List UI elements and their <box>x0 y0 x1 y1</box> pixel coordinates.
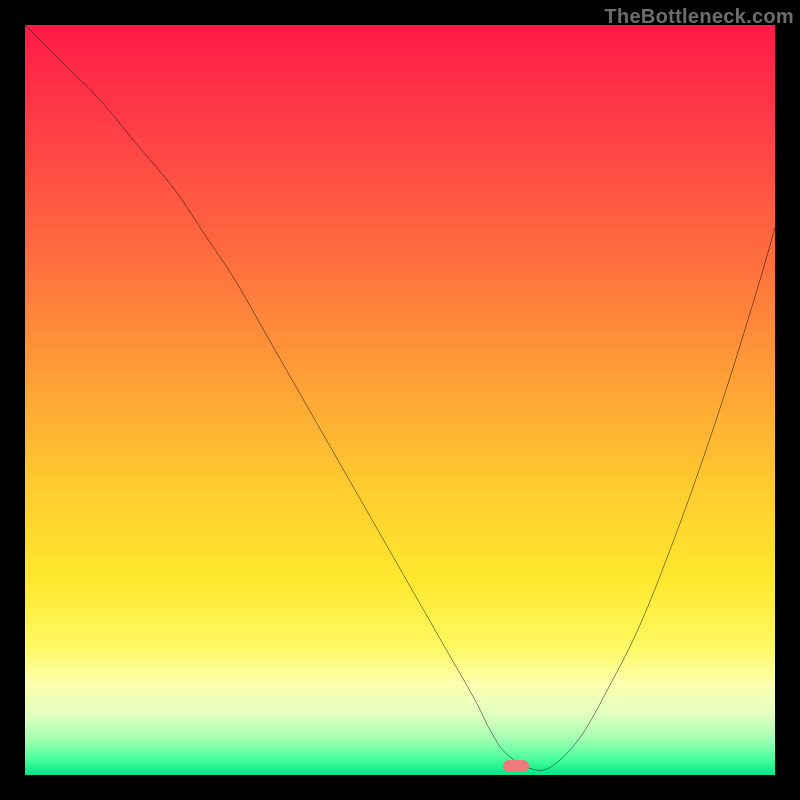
optimal-point-marker <box>503 760 529 772</box>
plot-area <box>25 25 775 775</box>
bottleneck-curve <box>25 25 775 775</box>
chart-container: TheBottleneck.com <box>0 0 800 800</box>
